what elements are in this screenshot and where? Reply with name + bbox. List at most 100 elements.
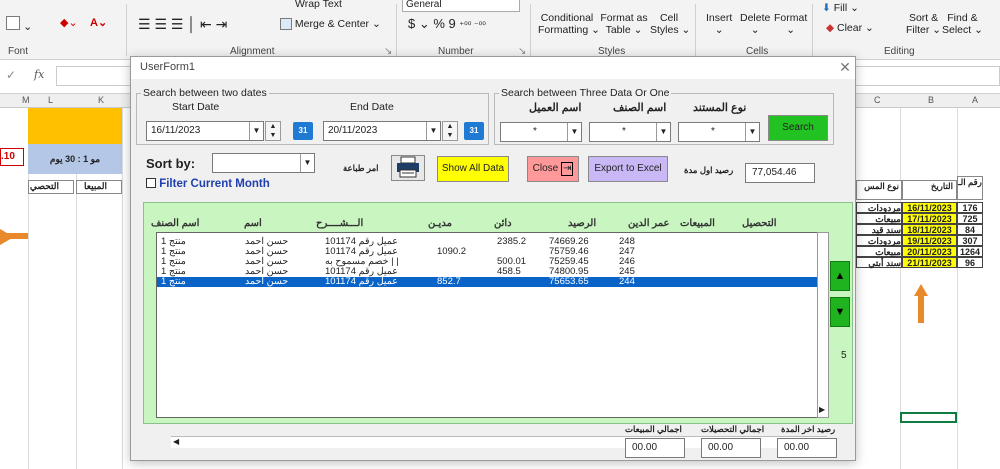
print-button[interactable] (391, 155, 425, 181)
merge-center-button[interactable]: Merge & Center ⌄ (280, 18, 381, 31)
sales-header[interactable]: المبيعا (76, 180, 122, 194)
conditional-formatting-button[interactable]: Conditional Formatting ⌄ (538, 12, 600, 36)
dialog-title: UserForm1 (140, 61, 196, 73)
sheet-cell-num[interactable]: 307 (957, 235, 983, 246)
ribbon-separator (396, 4, 397, 56)
sheet-cell-date[interactable]: 17/11/2023 (902, 213, 957, 224)
list-row[interactable]: منتج 1 حسن احمد عميل رقم 101174 852.7 75653.… (157, 277, 817, 287)
show-all-button[interactable]: Show All Data (437, 156, 509, 182)
format-button[interactable]: Format ⌄ (774, 12, 807, 36)
number-format-buttons[interactable]: $ ⌄ % 9 ⁺⁰⁰ ⁻⁰⁰ (408, 16, 486, 32)
sort-filter-button[interactable]: Sort & Filter ⌄ (906, 12, 941, 36)
chevron-down-icon[interactable]: ▼ (426, 122, 440, 140)
sheet-cell-num[interactable]: 176 (957, 202, 983, 213)
total-collections-field[interactable]: 00.00 (701, 438, 761, 458)
sheet-cell-date[interactable]: 18/11/2023 (902, 224, 957, 235)
list-header-collections: التحصيل (742, 218, 777, 229)
close-button[interactable]: Close ⇥ (527, 156, 579, 182)
number-format-select[interactable]: General (402, 0, 520, 12)
filter-month-checkbox[interactable]: Filter Current Month (146, 178, 270, 190)
opening-balance-field[interactable]: 77,054.46 (745, 163, 815, 183)
col-a[interactable]: A (972, 95, 978, 105)
col-c[interactable]: C (874, 95, 881, 105)
font-color-button[interactable]: A⌄ (90, 16, 107, 29)
sheet-cell-type[interactable]: مردودات مبيعا (856, 202, 902, 224)
value-cell[interactable]: .10 (0, 148, 24, 166)
col-b[interactable]: B (928, 95, 934, 105)
start-date-combo[interactable]: 16/11/2023 ▼ (146, 121, 264, 141)
align-buttons[interactable]: ☰ ☰ ☰ │ ⇤ ⇥ (138, 16, 227, 33)
customer-combo[interactable]: * ▼ (500, 122, 582, 142)
sheet-cell-type[interactable]: سند أبتي (856, 257, 902, 268)
end-date-value: 20/11/2023 (328, 125, 378, 136)
col-k[interactable]: K (98, 95, 104, 105)
insert-button[interactable]: Insert ⌄ (706, 12, 732, 36)
results-listbox[interactable]: منتج 1 حسن احمد عميل رقم 101174 2385.2 74669… (156, 232, 827, 448)
vertical-scrollbar[interactable]: ▶ (817, 232, 829, 418)
total-sales-field[interactable]: 00.00 (625, 438, 685, 458)
sort-combo[interactable]: ▼ (212, 153, 315, 173)
search-frame-legend: Search between Three Data Or One (501, 87, 670, 99)
calendar-icon[interactable]: 31 (293, 122, 313, 140)
start-date-value: 16/11/2023 (151, 125, 201, 136)
row-count: 5 (841, 350, 847, 361)
fill-color-button[interactable]: ◆⌄ (60, 16, 78, 29)
move-up-button[interactable]: ▲ (830, 261, 850, 291)
start-date-spinner[interactable]: ▲ ▼ (265, 121, 281, 141)
delete-button[interactable]: Delete ⌄ (740, 12, 770, 36)
close-icon[interactable]: ✕ (836, 58, 854, 76)
opening-balance-label: رصيد اول مدة (684, 165, 734, 175)
fill-button[interactable]: ⬇ Fill ⌄ (822, 2, 859, 14)
item-combo[interactable]: * ▼ (589, 122, 671, 142)
end-date-combo[interactable]: 20/11/2023 ▼ (323, 121, 441, 141)
sheet-cell-date[interactable]: 21/11/2023 (902, 257, 957, 268)
scroll-right-icon[interactable]: ▶ (819, 405, 825, 414)
date-header[interactable]: التاريخ (902, 180, 957, 200)
chevron-down-icon[interactable]: ▼ (300, 154, 314, 172)
chevron-down-icon[interactable]: ▼ (745, 123, 759, 141)
doc-type-combo[interactable]: * ▼ (678, 122, 760, 142)
num-header[interactable]: رقم الـ (957, 176, 983, 200)
clear-button[interactable]: ◆ Clear ⌄ (826, 22, 874, 34)
borders-button[interactable]: ⌄ (6, 16, 32, 33)
sheet-cell-type[interactable]: مردودات مبيعا (856, 235, 902, 257)
chevron-down-icon[interactable]: ▼ (249, 122, 263, 140)
format-as-table-button[interactable]: Format as Table ⌄ (600, 12, 648, 36)
cell-styles-button[interactable]: Cell Styles ⌄ (650, 12, 690, 36)
sheet-cell-num[interactable]: 1264 (957, 246, 983, 257)
results-panel: اسم الصنف اسم الـــشــــرح مديـن دائن ال… (143, 202, 853, 448)
closing-balance-field[interactable]: 00.00 (777, 438, 837, 458)
sheet-cell-num[interactable]: 96 (957, 257, 983, 268)
export-excel-button[interactable]: Export to Excel (588, 156, 668, 182)
list-cell-credit: 2385.2 (497, 236, 527, 247)
sheet-cell-date[interactable]: 20/11/2023 (902, 246, 957, 257)
sheet-cell-type[interactable]: سند قيد (856, 224, 902, 235)
sheet-cell-num[interactable]: 725 (957, 213, 983, 224)
sheet-cell-num[interactable]: 84 (957, 224, 983, 235)
scroll-left-icon[interactable]: ◀ (173, 437, 179, 446)
fx-icon[interactable]: fx (34, 68, 44, 81)
calendar-icon[interactable]: 31 (464, 122, 484, 140)
doc-type-header[interactable]: نوع المس (856, 180, 902, 200)
period-header-cell[interactable]: مو 1 : 30 يوم (28, 144, 122, 174)
confirm-icon[interactable]: ✓ (6, 68, 16, 82)
chevron-down-icon[interactable]: ▼ (656, 123, 670, 141)
find-select-button[interactable]: Find & Select ⌄ (942, 12, 983, 36)
sheet-cell-date[interactable]: 19/11/2023 (902, 235, 957, 246)
end-date-spinner[interactable]: ▲ ▼ (442, 121, 458, 141)
col-m[interactable]: M (22, 95, 30, 105)
list-cell-credit: 458.5 (497, 266, 521, 277)
search-button[interactable]: Search (768, 115, 828, 141)
col-l[interactable]: L (48, 95, 53, 105)
header-orange-cell[interactable] (28, 108, 122, 144)
move-down-button[interactable]: ▼ (830, 297, 850, 327)
arrow-right-shaft (0, 233, 28, 239)
sheet-cell-type[interactable]: مبيعات (856, 213, 902, 224)
sheet-cell-date[interactable]: 16/11/2023 (902, 202, 957, 213)
wrap-text-button[interactable]: Wrap Text (295, 0, 342, 10)
collections-header[interactable]: التحصي (28, 180, 74, 194)
sheet-cell-type[interactable]: مبيعات (856, 246, 902, 257)
active-cell[interactable] (900, 412, 957, 423)
list-cell-desc: عميل رقم 101174 (325, 276, 398, 287)
chevron-down-icon[interactable]: ▼ (567, 123, 581, 141)
